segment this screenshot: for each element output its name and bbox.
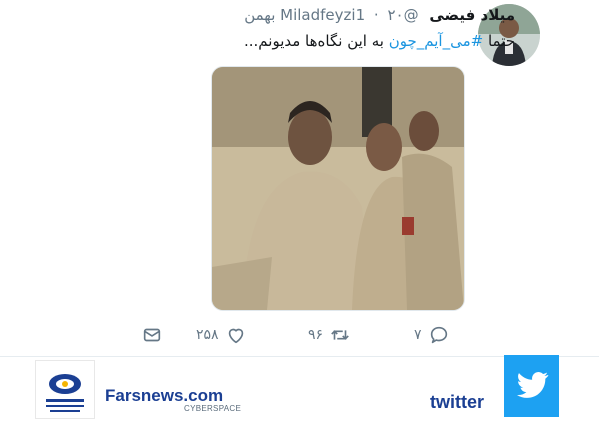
tweet-card: میلاد فیضی @Miladfeyzi1 · ۲۰ بهمن حتما #… <box>0 0 599 356</box>
twitter-bird-icon <box>517 371 549 398</box>
brand-subtitle: CYBERSPACE <box>184 404 242 413</box>
photo-illustration <box>212 67 464 310</box>
twitter-badge <box>504 355 559 417</box>
heart-icon[interactable] <box>225 324 247 346</box>
tweet-photo[interactable] <box>211 66 465 311</box>
direct-message-action[interactable] <box>141 318 163 352</box>
retweet-icon[interactable] <box>329 324 351 346</box>
tweet-header: میلاد فیضی @Miladfeyzi1 · ۲۰ بهمن <box>244 6 515 24</box>
like-count: ۲۵۸ <box>196 327 219 343</box>
reply-count: ۷ <box>414 327 422 343</box>
direct-message-icon[interactable] <box>141 324 163 346</box>
separator-dot: · <box>373 6 379 24</box>
tweet-text-suffix: به این نگاه‌ها مدیونم... <box>244 32 389 50</box>
tweet-text: حتما #می_آیم_چون به این نگاه‌ها مدیونم..… <box>244 32 515 50</box>
tweet-text-prefix: حتما <box>483 32 515 50</box>
brand-name: Farsnews.com <box>105 386 224 405</box>
retweet-count: ۹۶ <box>308 327 324 343</box>
like-action[interactable]: ۲۵۸ <box>196 318 247 352</box>
farsnews-logo <box>35 360 95 419</box>
hashtag-link[interactable]: #می_آیم_چون <box>389 32 483 50</box>
retweet-action[interactable]: ۹۶ <box>308 318 351 352</box>
reply-icon[interactable] <box>428 324 450 346</box>
platform-label: twitter <box>430 392 484 412</box>
reply-action[interactable]: ۷ <box>414 318 450 352</box>
author-name[interactable]: میلاد فیضی <box>429 6 515 24</box>
tweet-actions: ۷ ۹۶ ۲۵۸ <box>0 318 599 352</box>
